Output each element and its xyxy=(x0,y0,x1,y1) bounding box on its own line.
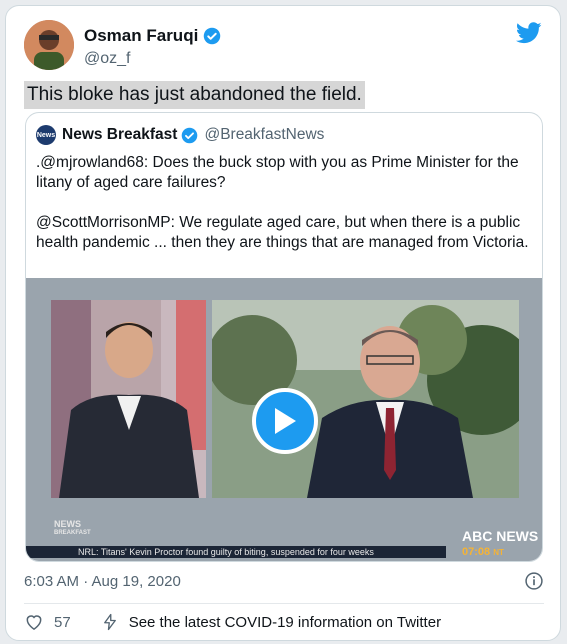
news-breakfast-logo: NEWS BREAKFAST xyxy=(54,520,91,538)
divider xyxy=(24,603,544,604)
info-icon[interactable] xyxy=(524,571,544,591)
video-frame-presenter xyxy=(51,300,206,498)
avatar[interactable] xyxy=(24,20,74,70)
channel-logo: ABC NEWS xyxy=(462,528,539,544)
quoted-avatar[interactable]: News xyxy=(36,125,56,145)
heart-icon[interactable] xyxy=(24,612,44,632)
twitter-bird-icon[interactable] xyxy=(516,22,542,44)
broadcast-time-zone: NT xyxy=(493,548,504,557)
quoted-tweet[interactable]: News News Breakfast @BreakfastNews .@mjr… xyxy=(25,112,543,562)
logo-line: BREAKFAST xyxy=(54,530,91,536)
broadcast-time-value: 07:08 xyxy=(462,546,491,558)
news-ticker: NRL: Titans' Kevin Proctor found guilty … xyxy=(26,546,446,558)
video-frame-interviewee xyxy=(212,300,519,498)
tweet-card: Osman Faruqi @oz_f This bloke has just a… xyxy=(5,5,561,641)
quoted-header: News News Breakfast @BreakfastNews xyxy=(36,125,324,145)
tweet-timestamp[interactable]: 6:03 AM · Aug 19, 2020 xyxy=(24,573,181,590)
tweet-actions: 57 See the latest COVID-19 information o… xyxy=(24,612,441,632)
author-handle[interactable]: @oz_f xyxy=(84,50,130,68)
covid-info-link[interactable]: See the latest COVID-19 information on T… xyxy=(129,614,441,631)
logo-line: NEWS xyxy=(54,519,81,529)
verified-badge-icon xyxy=(182,127,198,143)
quoted-paragraph: @ScottMorrisonMP: We regulate aged care,… xyxy=(36,214,529,251)
tweet-text: This bloke has just abandoned the field. xyxy=(24,81,365,109)
quoted-author-name[interactable]: News Breakfast xyxy=(62,126,177,144)
author-name[interactable]: Osman Faruqi xyxy=(84,26,198,46)
lightning-bolt-icon xyxy=(103,613,116,631)
broadcast-time: 07:08 NT xyxy=(462,546,504,558)
verified-badge-icon xyxy=(204,27,221,45)
quoted-paragraph: .@mjrowland68: Does the buck stop with y… xyxy=(36,154,519,191)
author-name-row[interactable]: Osman Faruqi xyxy=(84,26,221,46)
video-player[interactable]: NEWS BREAKFAST ABC NEWS 07:08 NT NRL: Ti… xyxy=(26,278,542,561)
quoted-text: .@mjrowland68: Does the buck stop with y… xyxy=(36,153,534,273)
like-count[interactable]: 57 xyxy=(54,614,71,631)
play-icon xyxy=(275,408,296,434)
quoted-author-handle[interactable]: @BreakfastNews xyxy=(204,126,324,144)
play-button[interactable] xyxy=(252,388,318,454)
